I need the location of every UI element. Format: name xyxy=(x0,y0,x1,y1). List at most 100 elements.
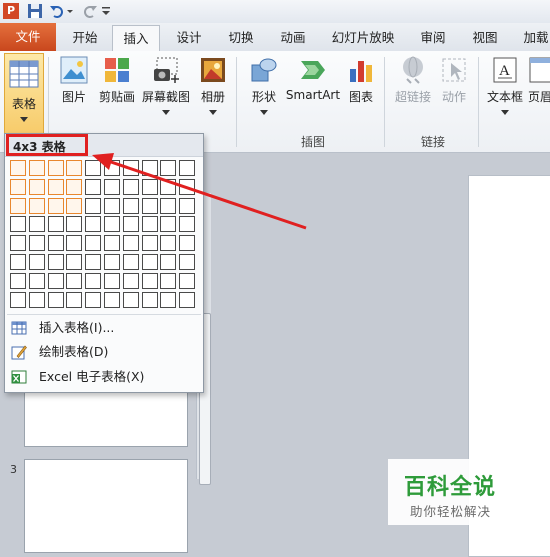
grid-cell[interactable] xyxy=(141,272,158,289)
grid-cell[interactable] xyxy=(179,178,196,195)
grid-cell[interactable] xyxy=(179,291,196,308)
tab-view[interactable]: 视图 xyxy=(462,25,508,50)
screenshot-button[interactable]: 屏幕截图 xyxy=(140,55,192,119)
menu-draw-table[interactable]: 绘制表格(D) xyxy=(5,340,203,364)
grid-cell[interactable] xyxy=(85,197,102,214)
grid-cell[interactable] xyxy=(85,216,102,233)
grid-cell[interactable] xyxy=(10,216,26,233)
grid-cell[interactable] xyxy=(85,160,102,176)
grid-cell[interactable] xyxy=(47,235,64,252)
grid-cell[interactable] xyxy=(47,272,64,289)
grid-cell[interactable] xyxy=(85,235,102,252)
grid-cell[interactable] xyxy=(66,291,83,308)
clipart-button[interactable]: 剪贴画 xyxy=(96,55,138,105)
grid-cell[interactable] xyxy=(141,235,158,252)
header-button[interactable]: 页眉 xyxy=(528,55,550,105)
grid-cell[interactable] xyxy=(122,216,139,233)
grid-cell[interactable] xyxy=(122,235,139,252)
hyperlink-button[interactable]: 超链接 xyxy=(390,55,436,105)
grid-cell[interactable] xyxy=(160,291,177,308)
grid-cell[interactable] xyxy=(160,235,177,252)
grid-cell[interactable] xyxy=(28,235,45,252)
grid-cell[interactable] xyxy=(104,235,120,252)
menu-excel-spreadsheet[interactable]: Excel 电子表格(X) xyxy=(5,365,203,389)
shapes-button[interactable]: 形状 xyxy=(244,55,284,119)
grid-cell[interactable] xyxy=(179,235,196,252)
grid-cell[interactable] xyxy=(122,160,139,176)
grid-cell[interactable] xyxy=(122,291,139,308)
tab-home[interactable]: 开始 xyxy=(62,25,108,50)
grid-cell[interactable] xyxy=(66,235,83,252)
grid-cell[interactable] xyxy=(10,291,26,308)
smartart-button[interactable]: SmartArt xyxy=(284,55,342,102)
grid-cell[interactable] xyxy=(85,178,102,195)
menu-insert-table[interactable]: 插入表格(I)... xyxy=(5,316,203,340)
grid-cell[interactable] xyxy=(141,254,158,270)
grid-cell[interactable] xyxy=(160,254,177,270)
grid-cell[interactable] xyxy=(160,178,177,195)
grid-cell[interactable] xyxy=(104,197,120,214)
grid-cell[interactable] xyxy=(104,254,120,270)
grid-cell[interactable] xyxy=(10,254,26,270)
undo-dropdown-icon[interactable] xyxy=(66,3,74,19)
grid-cell[interactable] xyxy=(47,197,64,214)
grid-cell[interactable] xyxy=(179,272,196,289)
tab-review[interactable]: 审阅 xyxy=(410,25,456,50)
grid-cell[interactable] xyxy=(85,291,102,308)
grid-cell[interactable] xyxy=(141,291,158,308)
tab-animations[interactable]: 动画 xyxy=(270,25,316,50)
grid-cell[interactable] xyxy=(179,160,196,176)
grid-cell[interactable] xyxy=(47,254,64,270)
grid-cell[interactable] xyxy=(104,178,120,195)
grid-cell[interactable] xyxy=(179,216,196,233)
grid-cell[interactable] xyxy=(10,272,26,289)
grid-cell[interactable] xyxy=(122,178,139,195)
textbox-button[interactable]: A 文本框 xyxy=(484,55,526,119)
grid-cell[interactable] xyxy=(104,272,120,289)
grid-cell[interactable] xyxy=(160,272,177,289)
tab-design[interactable]: 设计 xyxy=(166,25,212,50)
grid-cell[interactable] xyxy=(28,291,45,308)
grid-cell[interactable] xyxy=(141,216,158,233)
tab-insert[interactable]: 插入 xyxy=(112,25,160,53)
grid-cell[interactable] xyxy=(66,272,83,289)
customize-toolbar-icon[interactable] xyxy=(101,3,111,19)
grid-cell[interactable] xyxy=(141,178,158,195)
grid-cell[interactable] xyxy=(179,254,196,270)
grid-cell[interactable] xyxy=(85,272,102,289)
action-button[interactable]: 动作 xyxy=(436,55,472,105)
slide-thumbnail-3[interactable] xyxy=(24,459,188,553)
grid-cell[interactable] xyxy=(122,254,139,270)
save-icon[interactable] xyxy=(27,3,43,19)
grid-cell[interactable] xyxy=(28,216,45,233)
photo-album-button[interactable]: 相册 xyxy=(196,55,230,119)
grid-cell[interactable] xyxy=(122,272,139,289)
grid-cell[interactable] xyxy=(10,235,26,252)
grid-cell[interactable] xyxy=(66,160,83,176)
grid-cell[interactable] xyxy=(160,216,177,233)
redo-icon[interactable] xyxy=(82,3,98,19)
grid-cell[interactable] xyxy=(141,197,158,214)
grid-cell[interactable] xyxy=(28,272,45,289)
grid-cell[interactable] xyxy=(122,197,139,214)
tab-transitions[interactable]: 切换 xyxy=(218,25,264,50)
grid-cell[interactable] xyxy=(66,178,83,195)
grid-cell[interactable] xyxy=(47,178,64,195)
grid-cell[interactable] xyxy=(179,197,196,214)
grid-cell[interactable] xyxy=(28,160,45,176)
grid-cell[interactable] xyxy=(10,178,26,195)
grid-cell[interactable] xyxy=(104,160,120,176)
tab-slideshow[interactable]: 幻灯片放映 xyxy=(324,25,402,50)
grid-cell[interactable] xyxy=(104,291,120,308)
tab-addins[interactable]: 加载 xyxy=(516,25,550,50)
undo-icon[interactable] xyxy=(49,3,65,19)
chart-button[interactable]: 图表 xyxy=(344,55,378,105)
grid-cell[interactable] xyxy=(10,160,26,176)
grid-cell[interactable] xyxy=(47,216,64,233)
grid-cell[interactable] xyxy=(66,197,83,214)
grid-cell[interactable] xyxy=(28,197,45,214)
grid-cell[interactable] xyxy=(47,291,64,308)
grid-cell[interactable] xyxy=(28,254,45,270)
tab-file[interactable]: 文件 xyxy=(0,23,56,51)
grid-cell[interactable] xyxy=(141,160,158,176)
